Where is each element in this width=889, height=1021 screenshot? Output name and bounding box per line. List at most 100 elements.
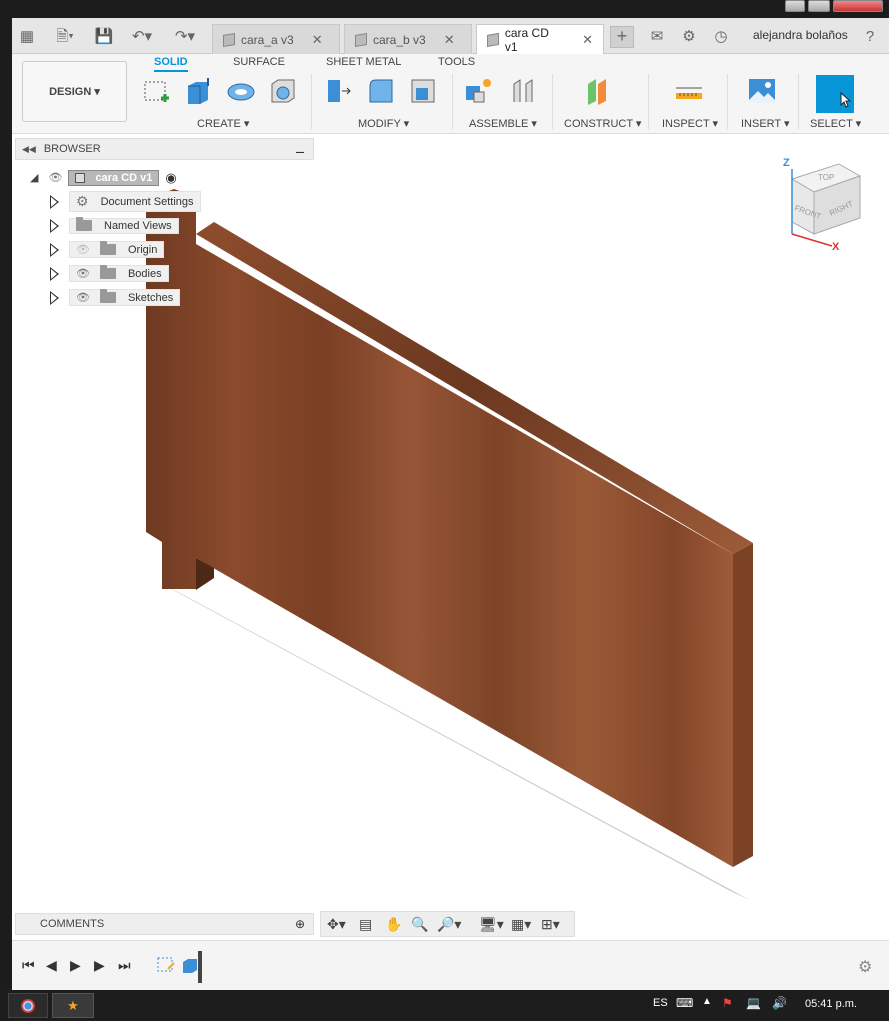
notifications-icon[interactable]: ✉ [647, 28, 667, 46]
save-icon[interactable]: 💾 [94, 28, 114, 46]
select-group-menu[interactable]: SELECT ▾ [810, 117, 861, 130]
press-pull-icon[interactable] [324, 76, 354, 106]
apps-grid-icon[interactable]: ▦ [17, 28, 37, 46]
minimize-button[interactable] [785, 0, 805, 12]
assemble-group-menu[interactable]: ASSEMBLE ▾ [469, 117, 537, 130]
root-component[interactable]: cara CD v1 [68, 169, 160, 186]
job-status-icon[interactable]: ⚙ [679, 28, 699, 46]
view-cube[interactable]: TOP FRONT RIGHT Z X [783, 157, 862, 253]
expand-arrow-icon[interactable] [50, 266, 59, 281]
tab-cara-cd[interactable]: cara CD v1 ✕ [476, 24, 604, 55]
collapse-panel-icon[interactable]: ◀◀ [22, 144, 36, 155]
go-to-start-icon[interactable]: ⏮ [22, 957, 35, 974]
expand-arrow-icon[interactable] [50, 218, 59, 233]
timeline-settings-icon[interactable]: ⚙ [858, 957, 872, 977]
workspace-switcher[interactable]: DESIGN ▾ [22, 61, 127, 122]
add-comment-icon[interactable]: ⊕ [295, 917, 305, 931]
play-icon[interactable]: ▶ [70, 957, 81, 974]
visibility-eye-icon[interactable]: 👁 [76, 267, 90, 280]
comments-panel-header[interactable]: COMMENTS ⊕ [15, 913, 314, 935]
history-icon[interactable]: ◷ [711, 28, 731, 46]
create-group-menu[interactable]: CREATE ▾ [197, 117, 249, 130]
tree-item-chip[interactable]: ⚙ Document Settings [69, 191, 201, 212]
file-menu-icon[interactable]: 🗎▾ [50, 28, 80, 46]
language-indicator[interactable]: ES [653, 997, 668, 1009]
select-tool-icon[interactable] [816, 75, 854, 113]
step-forward-icon[interactable]: ▶ [94, 957, 105, 974]
redo-icon[interactable]: ↷▾ [170, 28, 200, 46]
user-name[interactable]: alejandra bolaños [753, 28, 848, 42]
tree-item-document-settings[interactable]: ⚙ Document Settings [50, 191, 201, 212]
inspect-group-menu[interactable]: INSPECT ▾ [662, 117, 718, 130]
look-at-icon[interactable]: ▤ [359, 916, 372, 933]
volume-icon[interactable]: 🔊 [772, 996, 787, 1010]
extrude-icon[interactable] [184, 76, 214, 106]
show-hidden-icons[interactable]: ▲ [702, 996, 712, 1007]
network-alert-icon[interactable]: ⚑ [722, 996, 733, 1010]
fusion-taskbar-icon[interactable]: ★ [52, 993, 94, 1018]
tree-item-origin[interactable]: 👁 Origin [50, 239, 201, 260]
sketch-feature-icon[interactable] [156, 955, 178, 975]
tab-cara-b[interactable]: cara_b v3 ✕ [344, 24, 472, 54]
chrome-taskbar-icon[interactable] [8, 993, 48, 1018]
fillet-icon[interactable] [366, 76, 396, 106]
insert-image-icon[interactable] [747, 76, 777, 106]
new-tab-icon[interactable]: + [610, 26, 634, 48]
visibility-eye-icon[interactable]: 👁 [48, 171, 62, 184]
tree-item-chip[interactable]: 👁 Sketches [69, 289, 181, 306]
tree-item-chip[interactable]: 👁 Origin [69, 241, 165, 258]
viewcube-top-label[interactable]: TOP [818, 173, 834, 182]
tab-tools[interactable]: TOOLS [438, 56, 475, 68]
minimize-panel-icon[interactable]: ⚊ [295, 143, 305, 156]
revolve-icon[interactable] [226, 76, 256, 106]
modify-group-menu[interactable]: MODIFY ▾ [358, 117, 409, 130]
go-to-end-icon[interactable]: ⏭ [118, 957, 131, 974]
hidden-eye-icon[interactable]: 👁 [76, 243, 90, 256]
close-tab-icon[interactable]: ✕ [312, 32, 323, 48]
extrude-feature-icon[interactable] [180, 955, 200, 975]
create-sketch-icon[interactable] [142, 76, 172, 106]
new-component-icon[interactable] [464, 76, 494, 106]
fit-icon[interactable]: 🔎▾ [437, 916, 461, 933]
close-tab-icon[interactable]: ✕ [582, 32, 593, 48]
tree-root[interactable]: ◢ 👁 cara CD v1 ◉ [30, 167, 201, 188]
expand-root-icon[interactable]: ◢ [30, 171, 38, 184]
maximize-button[interactable] [808, 0, 830, 12]
zoom-icon[interactable]: 🔍 [411, 916, 428, 933]
viewports-icon[interactable]: ⊞▾ [541, 916, 560, 933]
tree-item-named-views[interactable]: Named Views [50, 215, 201, 236]
tab-surface[interactable]: SURFACE [233, 56, 285, 68]
display-settings-icon[interactable]: 🖥▾ [479, 916, 504, 933]
close-window-button[interactable] [833, 0, 883, 12]
measure-icon[interactable] [674, 76, 704, 106]
orbit-icon[interactable]: ✥▾ [327, 916, 346, 933]
offset-plane-icon[interactable] [584, 76, 614, 106]
timeline-marker[interactable] [198, 951, 202, 983]
chamfer-icon[interactable] [408, 76, 438, 106]
undo-icon[interactable]: ↶▾ [127, 28, 157, 46]
shell-icon[interactable] [268, 76, 298, 106]
close-tab-icon[interactable]: ✕ [444, 32, 455, 48]
tree-item-chip[interactable]: 👁 Bodies [69, 265, 169, 282]
expand-arrow-icon[interactable] [50, 290, 59, 305]
clock[interactable]: 05:41 p.m. [805, 998, 857, 1010]
help-icon[interactable]: ? [860, 28, 880, 46]
grid-settings-icon[interactable]: ▦▾ [511, 916, 531, 933]
keyboard-icon[interactable]: ⌨ [676, 996, 693, 1010]
pan-icon[interactable]: ✋ [385, 916, 402, 933]
tab-cara-a[interactable]: cara_a v3 ✕ [212, 24, 340, 54]
tree-item-bodies[interactable]: 👁 Bodies [50, 263, 201, 284]
visibility-eye-icon[interactable]: 👁 [76, 291, 90, 304]
joint-icon[interactable] [508, 76, 538, 106]
activate-radio-icon[interactable]: ◉ [165, 170, 176, 186]
display-icon[interactable]: 💻 [746, 996, 761, 1010]
construct-group-menu[interactable]: CONSTRUCT ▾ [564, 117, 641, 130]
expand-arrow-icon[interactable] [50, 242, 59, 257]
tab-sheet-metal[interactable]: SHEET METAL [326, 56, 401, 68]
step-back-icon[interactable]: ◀ [46, 957, 57, 974]
tree-item-chip[interactable]: Named Views [69, 217, 179, 234]
tree-item-sketches[interactable]: 👁 Sketches [50, 287, 201, 308]
insert-group-menu[interactable]: INSERT ▾ [741, 117, 790, 130]
tab-solid[interactable]: SOLID [154, 56, 188, 72]
expand-arrow-icon[interactable] [50, 194, 59, 209]
